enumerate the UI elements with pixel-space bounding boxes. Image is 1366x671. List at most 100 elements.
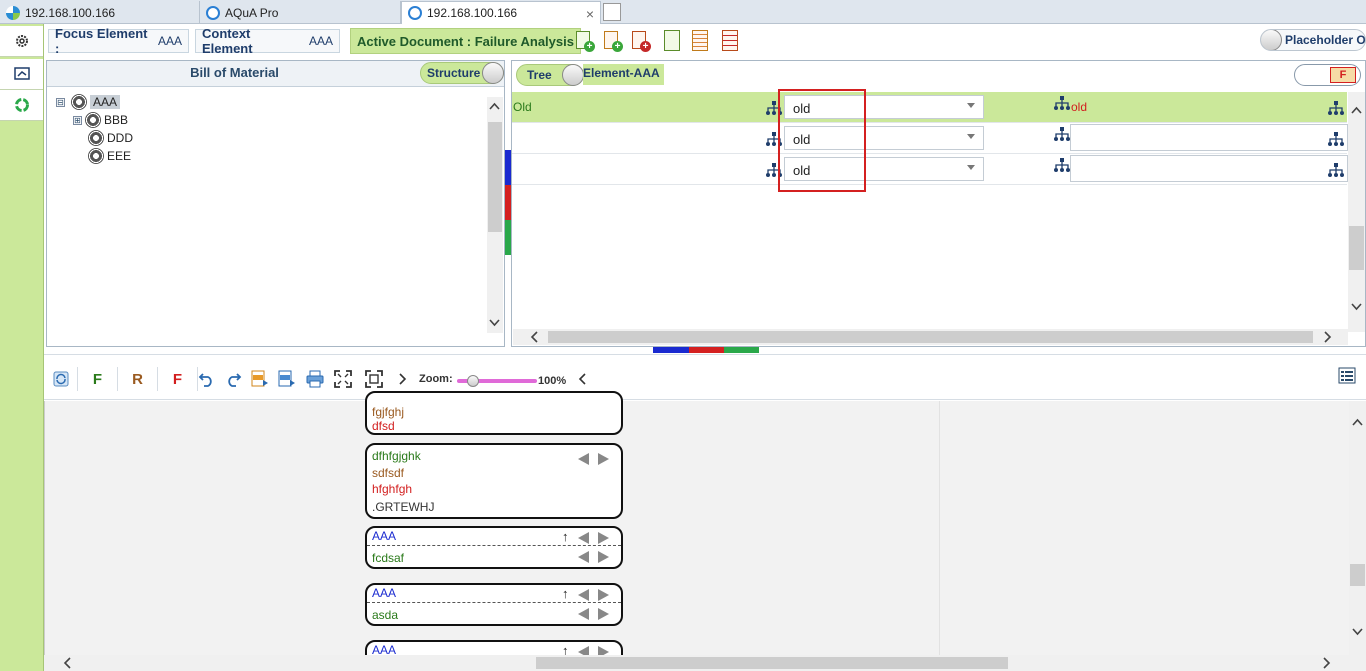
bom-scrollbar[interactable] — [487, 97, 503, 333]
undo-icon[interactable] — [198, 370, 216, 388]
export-svg-icon[interactable] — [251, 370, 269, 388]
next-arrow-icon[interactable] — [598, 589, 609, 601]
canvas-vertical-scrollbar[interactable] — [1349, 401, 1366, 655]
scroll-up-icon[interactable] — [1351, 417, 1364, 427]
tree-item-label: DDD — [107, 131, 133, 145]
legend-list-icon[interactable] — [1338, 367, 1356, 385]
filter-toggle[interactable]: F — [1294, 64, 1361, 86]
scrollbar-thumb[interactable] — [1349, 226, 1364, 270]
bom-title: Bill of Material — [190, 65, 279, 80]
splitter-blue[interactable] — [653, 347, 689, 353]
up-arrow-icon[interactable]: ↑ — [562, 529, 569, 544]
tree-toggle[interactable]: Tree — [516, 64, 584, 86]
scrollbar-thumb[interactable] — [548, 331, 1313, 343]
list-view-button[interactable] — [690, 29, 712, 54]
export-png-icon[interactable] — [278, 370, 296, 388]
scrollbar-thumb[interactable] — [1350, 564, 1365, 586]
new-tab-button[interactable] — [603, 3, 621, 21]
hierarchy-icon[interactable] — [1328, 101, 1344, 116]
row-value[interactable] — [1070, 124, 1348, 151]
splitter-green[interactable] — [724, 347, 759, 353]
browser-tab-2[interactable]: AQuA Pro — [200, 1, 401, 24]
tree-horizontal-scrollbar[interactable] — [513, 329, 1348, 345]
scroll-up-icon[interactable] — [1350, 105, 1363, 115]
f-button-green[interactable]: F — [78, 367, 118, 391]
hierarchy-icon[interactable] — [1054, 96, 1070, 111]
tree-vertical-scrollbar[interactable] — [1348, 92, 1365, 332]
previous-arrow-icon[interactable] — [578, 453, 589, 465]
scroll-down-icon[interactable] — [488, 318, 501, 328]
presentation-button[interactable] — [0, 59, 43, 90]
f-button-red[interactable]: F — [158, 367, 198, 391]
scroll-down-icon[interactable] — [1351, 627, 1364, 637]
next-arrow-icon[interactable] — [598, 608, 609, 620]
diagram-canvas[interactable]: fgjfghj dfsd dfhfgjghk sdfsdf hfghfgh .G… — [44, 391, 1366, 670]
refresh-button[interactable] — [44, 367, 78, 391]
zoom-slider-thumb[interactable] — [467, 375, 480, 387]
diagram-node[interactable]: AAA ↑ asda — [365, 583, 623, 626]
zoom-slider[interactable] — [457, 375, 537, 387]
hierarchy-icon[interactable] — [1054, 158, 1070, 173]
add-list-button[interactable]: + — [602, 29, 624, 54]
diagram-node[interactable]: fgjfghj dfsd — [365, 391, 623, 435]
previous-arrow-icon[interactable] — [578, 589, 589, 601]
hierarchy-icon[interactable] — [1328, 163, 1344, 178]
previous-arrow-icon[interactable] — [578, 532, 589, 544]
structure-toggle-label: Structure — [427, 66, 481, 80]
print-icon[interactable] — [306, 370, 324, 388]
scroll-up-icon[interactable] — [488, 101, 501, 111]
blank-document-button[interactable] — [662, 29, 684, 54]
fit-screen-icon[interactable] — [334, 370, 352, 388]
add-document-button[interactable]: + — [574, 29, 596, 54]
remove-list-button[interactable]: + — [630, 29, 652, 54]
previous-arrow-icon[interactable] — [578, 608, 589, 620]
next-arrow-icon[interactable] — [598, 453, 609, 465]
context-element-chip[interactable]: Context Element AAA — [195, 26, 340, 56]
browser-tab-1[interactable]: 192.168.100.166 — [0, 1, 200, 24]
collapse-icon[interactable]: ⊟ — [56, 97, 65, 107]
splitter-red[interactable] — [689, 347, 724, 353]
canvas-horizontal-scrollbar[interactable] — [44, 655, 1366, 671]
dropdown-arrow-icon — [967, 134, 975, 139]
toggle-knob — [562, 64, 584, 86]
diagram-node[interactable]: AAA ↑ fcdsaf — [365, 526, 623, 569]
browser-tab-3[interactable]: 192.168.100.166 × — [401, 1, 601, 24]
scroll-right-icon[interactable] — [1323, 331, 1333, 343]
settings-button[interactable] — [0, 26, 43, 57]
chevron-left-icon[interactable] — [574, 370, 592, 388]
fullscreen-icon[interactable] — [365, 370, 383, 388]
tree-row[interactable]: old — [512, 123, 1348, 154]
expand-icon[interactable]: ⊞ — [73, 115, 82, 125]
scroll-down-icon[interactable] — [1350, 302, 1363, 312]
next-arrow-icon[interactable] — [598, 532, 609, 544]
scrollbar-thumb[interactable] — [536, 657, 1008, 669]
scroll-left-icon[interactable] — [62, 657, 72, 669]
up-arrow-icon[interactable]: ↑ — [562, 586, 569, 601]
numbered-list-button[interactable] — [720, 29, 742, 54]
previous-arrow-icon[interactable] — [578, 551, 589, 563]
tree-item-bbb[interactable]: ⊞ BBB — [73, 112, 128, 128]
hierarchy-icon[interactable] — [1328, 132, 1344, 147]
gear-icon — [15, 35, 28, 47]
close-tab-icon[interactable]: × — [586, 6, 594, 22]
tree-row[interactable]: old — [512, 154, 1348, 185]
focus-element-chip[interactable]: Focus Element : AAA — [48, 26, 189, 56]
placeholder-toggle[interactable]: Placeholder Off — [1260, 29, 1366, 51]
row-value[interactable] — [1070, 155, 1348, 182]
redo-icon[interactable] — [224, 370, 242, 388]
diagram-node[interactable]: dfhfgjghk sdfsdf hfghfgh .GRTEWHJ — [365, 443, 623, 519]
hierarchy-icon[interactable] — [1054, 127, 1070, 142]
chevron-right-icon[interactable] — [394, 370, 412, 388]
scrollbar-thumb[interactable] — [488, 122, 502, 232]
r-button[interactable]: R — [118, 367, 158, 391]
tree-item-ddd[interactable]: DDD — [88, 130, 133, 146]
cycle-button[interactable] — [0, 90, 43, 121]
structure-toggle[interactable]: Structure — [420, 62, 504, 84]
tree-item-eee[interactable]: EEE — [88, 148, 131, 164]
scroll-left-icon[interactable] — [529, 331, 539, 343]
tree-row[interactable]: Old old old — [512, 92, 1347, 123]
f-badge: F — [1330, 67, 1356, 83]
scroll-right-icon[interactable] — [1322, 657, 1332, 669]
tree-item-aaa[interactable]: ⊟ AAA — [56, 94, 121, 110]
next-arrow-icon[interactable] — [598, 551, 609, 563]
